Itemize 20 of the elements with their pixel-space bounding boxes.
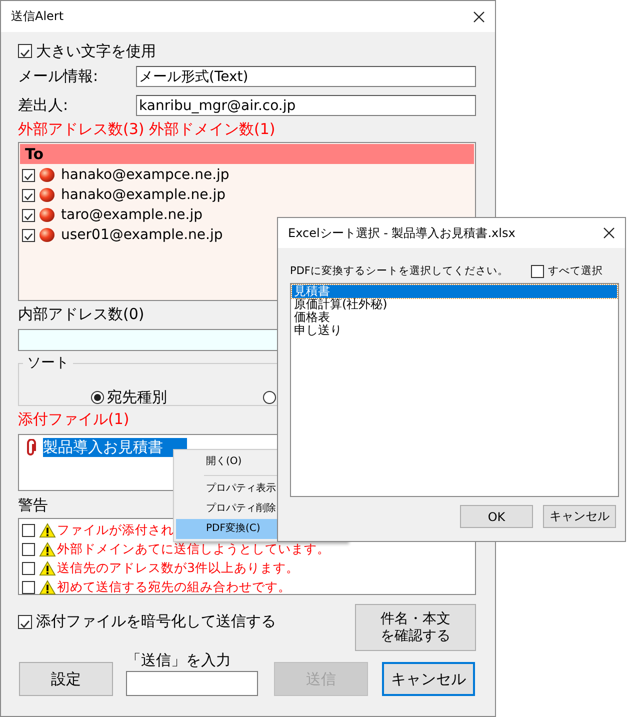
warning-text: 初めて送信する宛先の組み合わせです。 xyxy=(57,579,291,596)
field-label: メール情報: xyxy=(18,67,100,86)
warning-text: ファイルが添付され xyxy=(57,522,174,539)
field-label: 差出人: xyxy=(18,96,70,115)
external-count-label: 外部アドレス数(3) 外部ドメイン数(1) xyxy=(18,120,276,139)
internal-count-label: 内部アドレス数(0) xyxy=(18,305,144,324)
input-label: 「送信」を入力 xyxy=(126,651,232,671)
checkbox-label: すべて選択 xyxy=(548,264,603,278)
group-title: ソート xyxy=(23,354,73,372)
window-title: 送信Alert xyxy=(11,8,64,25)
list-header: To xyxy=(20,144,474,164)
attachments-label: 添付ファイル(1) xyxy=(18,410,130,429)
warning-text: 送信先のアドレス数が3件以上あります。 xyxy=(57,560,299,577)
checkbox-label: 大きい文字を使用 xyxy=(36,42,156,60)
radio-label: 宛先種別 xyxy=(107,388,167,407)
prompt-text: PDFに変換するシートを選択してください。 xyxy=(290,264,508,278)
warning-text: 外部ドメインあてに送信しようとしています。 xyxy=(57,541,330,558)
checkbox-label: 添付ファイルを暗号化して送信する xyxy=(36,612,276,631)
warnings-label: 警告 xyxy=(18,496,48,515)
dialog-title: Excelシート選択 - 製品導入お見積書.xlsx xyxy=(288,224,516,242)
